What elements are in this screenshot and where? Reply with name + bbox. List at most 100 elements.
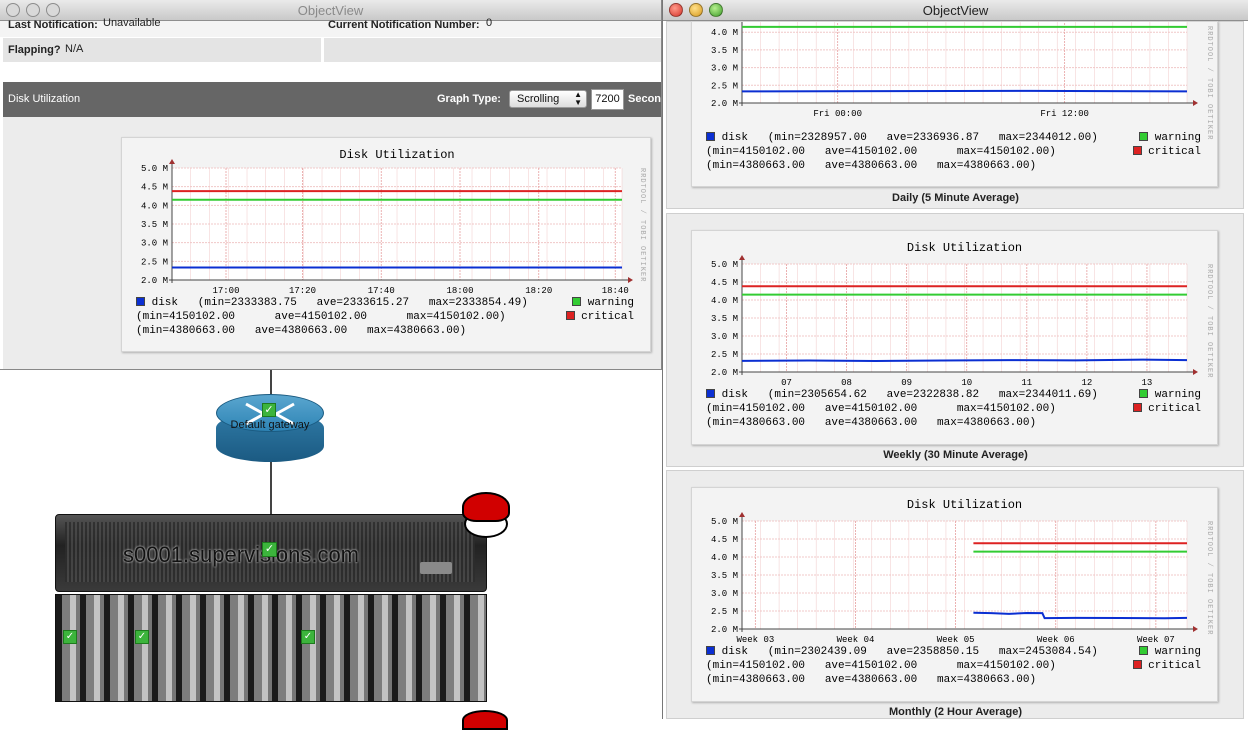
window-title: ObjectView <box>922 3 989 18</box>
server-drive-bays <box>55 594 487 702</box>
y-tick-label: 4.5 M <box>711 278 738 288</box>
network-map: ✓ Default gateway s0001.supervisions.com… <box>0 370 662 730</box>
flapping-label: Flapping? <box>8 44 61 56</box>
legend-warning-stats: (min=4150102.00 ave=4150102.00 max=41501… <box>706 146 1056 158</box>
left-window: ObjectView Last Notification: Unavailabl… <box>0 0 662 370</box>
y-tick-label: 5.0 M <box>711 260 738 270</box>
legend-warning-stats: (min=4150102.00 ave=4150102.00 max=41501… <box>706 660 1056 672</box>
legend-swatch-warning <box>1139 132 1149 141</box>
zoom-button[interactable] <box>46 3 60 17</box>
redhat-logo-icon <box>458 492 514 542</box>
flapping-value: N/A <box>65 43 84 55</box>
rrdtool-credit: RRDTOOL / TOBI OETIKER <box>1205 264 1213 379</box>
x-axis-arrow <box>1193 369 1198 375</box>
x-tick-label: 09 <box>901 378 912 388</box>
panel-title: Disk Utilization <box>8 93 81 105</box>
x-tick-label: 07 <box>781 378 792 388</box>
y-tick-label: 2.5 M <box>141 257 168 267</box>
y-tick-label: 4.5 M <box>711 535 738 545</box>
rrd-graph-monthly: 5.0 M 4.5 M 4.0 M 3.5 M 3.0 M 2.5 M 2.0 M Week … <box>691 487 1218 702</box>
x-axis-arrow <box>1193 626 1198 632</box>
legend-warning: warning <box>1139 389 1201 401</box>
graph-type-label: Graph Type: <box>437 93 501 105</box>
minimize-button[interactable] <box>689 3 703 17</box>
redhat-logo-icon <box>462 710 508 730</box>
y-tick-label: 3.5 M <box>711 46 738 56</box>
router-label: Default gateway <box>230 419 310 431</box>
x-axis-arrow <box>628 277 633 283</box>
x-axis-arrow <box>1193 100 1198 106</box>
ok-check-icon: ✓ <box>301 630 315 644</box>
x-tick-label: 10 <box>961 378 972 388</box>
legend-swatch-critical <box>1132 146 1142 155</box>
router-node[interactable]: ✓ Default gateway <box>216 392 324 464</box>
y-tick-label: 3.5 M <box>141 220 168 230</box>
legend-swatch-disk <box>706 646 715 655</box>
close-button[interactable] <box>6 3 20 17</box>
x-tick-label: 12 <box>1081 378 1092 388</box>
legend-critical-stats: (min=4380663.00 ave=4380663.00 max=43806… <box>136 325 467 337</box>
y-tick-label: 3.5 M <box>711 571 738 581</box>
x-tick-label: 18:40 <box>602 286 629 296</box>
x-tick-label: 18:20 <box>525 286 552 296</box>
seconds-label: Secon <box>628 93 662 105</box>
legend-swatch-disk <box>706 132 715 141</box>
close-button[interactable] <box>669 3 683 17</box>
server-brand-badge <box>420 562 452 574</box>
seconds-input[interactable]: 7200 <box>591 89 624 110</box>
legend-swatch-critical <box>565 311 575 320</box>
y-tick-label: 4.0 M <box>711 553 738 563</box>
legend-warning: warning <box>1139 646 1201 658</box>
legend-swatch-warning <box>572 297 582 306</box>
x-tick-label: 17:40 <box>368 286 395 296</box>
legend-swatch-critical <box>1132 403 1142 412</box>
ok-check-icon: ✓ <box>262 542 277 557</box>
legend-critical: critical <box>1132 660 1201 672</box>
x-tick-label: Week 04 <box>837 635 875 645</box>
x-tick-label: Week 07 <box>1137 635 1175 645</box>
legend-disk: disk (min=2333383.75 ave=2333615.27 max=… <box>136 297 528 309</box>
y-tick-label: 5.0 M <box>711 517 738 527</box>
left-window-titlebar[interactable]: ObjectView <box>0 0 661 21</box>
rrdtool-credit: RRDTOOL / TOBI OETIKER <box>638 168 646 283</box>
ok-check-icon: ✓ <box>262 403 276 417</box>
y-tick-label: 3.0 M <box>711 64 738 74</box>
server-node[interactable]: s0001.supervisions.com ✓ ✓ ✓ ✓ <box>55 514 487 704</box>
right-window-titlebar[interactable]: ObjectView <box>663 0 1248 21</box>
y-tick-label: 4.0 M <box>711 296 738 306</box>
y-tick-label: 2.0 M <box>711 99 738 109</box>
x-tick-label: 17:00 <box>212 286 239 296</box>
series-line-disk <box>741 358 1188 362</box>
graph-type-select[interactable]: Scrolling ▲ ▼ <box>509 90 587 108</box>
legend-critical-stats: (min=4380663.00 ave=4380663.00 max=43806… <box>706 417 1037 429</box>
y-tick-label: 2.5 M <box>711 607 738 617</box>
rrdtool-credit: RRDTOOL / TOBI OETIKER <box>1205 521 1213 636</box>
server-label: s0001.supervisions.com <box>123 542 360 567</box>
legend-warning-stats: (min=4150102.00 ave=4150102.00 max=41501… <box>706 403 1056 415</box>
y-axis-arrow <box>739 255 745 260</box>
link-line <box>270 460 272 514</box>
x-tick-label: Week 06 <box>1037 635 1075 645</box>
rrd-graph-daily: 4.5 M4.0 M3.5 M3.0 M2.5 M2.0 MFri 00:00F… <box>691 21 1218 187</box>
current-notification-label: Current Notification Number: <box>328 19 480 31</box>
legend-disk: disk (min=2328957.00 ave=2336936.87 max=… <box>706 132 1098 144</box>
x-tick-label: 08 <box>841 378 852 388</box>
legend-disk: disk (min=2305654.62 ave=2322838.82 max=… <box>706 389 1098 401</box>
legend-critical: critical <box>1132 403 1201 415</box>
x-tick-label: Fri 12:00 <box>1040 109 1089 119</box>
chart-title: Disk Utilization <box>339 148 454 162</box>
legend-critical: critical <box>565 311 634 323</box>
ok-check-icon: ✓ <box>63 630 77 644</box>
minimize-button[interactable] <box>26 3 40 17</box>
series-line-disk <box>741 89 1188 93</box>
ok-check-icon: ✓ <box>135 630 149 644</box>
graph-panel-header: Disk Utilization Graph Type: Scrolling ▲… <box>3 82 662 117</box>
y-tick-label: 2.5 M <box>711 350 738 360</box>
legend-warning: warning <box>572 297 634 309</box>
monthly-caption: Monthly (2 Hour Average) <box>888 706 1023 718</box>
x-tick-label: 13 <box>1142 378 1153 388</box>
zoom-button[interactable] <box>709 3 723 17</box>
y-tick-label: 2.0 M <box>711 625 738 635</box>
weekly-caption: Weekly (30 Minute Average) <box>883 449 1028 461</box>
legend-critical-stats: (min=4380663.00 ave=4380663.00 max=43806… <box>706 674 1037 686</box>
